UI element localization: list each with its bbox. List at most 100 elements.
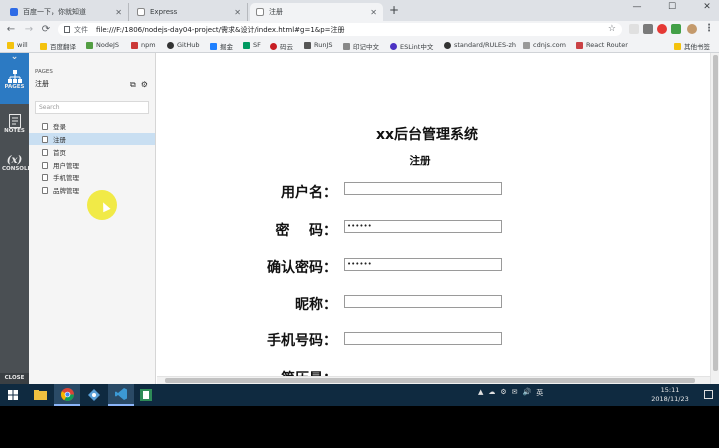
bookmark-label: NodeJS — [96, 41, 120, 49]
bookmark-item[interactable]: 百度翻译 — [40, 41, 76, 51]
page-item-home[interactable]: 首页 — [29, 146, 155, 158]
window-close-button[interactable]: ✕ — [695, 2, 719, 12]
app-button[interactable] — [133, 384, 159, 406]
bookmark-item[interactable]: ESLint中文 — [390, 41, 433, 51]
bookmark-item[interactable]: SF — [243, 41, 261, 49]
bookmark-item[interactable]: 掘金 — [210, 41, 233, 51]
password-label: 密 码： — [275, 223, 338, 239]
address-bar[interactable]: 文件 file:///F:/1806/nodejs-day04-project/… — [58, 23, 622, 36]
forward-button[interactable]: → — [22, 23, 36, 36]
cloud-icon[interactable]: ☁ — [488, 388, 495, 398]
bookmark-label: ESLint中文 — [400, 43, 434, 51]
vertical-scrollbar[interactable] — [710, 53, 719, 384]
browser-toolbar: ← → ⟳ 文件 file:///F:/1806/nodejs-day04-pr… — [0, 21, 719, 38]
extension-icon[interactable] — [629, 24, 639, 34]
page-icon — [42, 135, 48, 143]
nickname-input[interactable] — [344, 295, 502, 308]
scheme-label: 文件 — [74, 25, 88, 34]
confirm-password-input[interactable]: •••••• — [344, 258, 502, 271]
bookmark-item[interactable]: NodeJS — [86, 41, 119, 49]
bookmark-item[interactable]: cdnjs.com — [523, 41, 566, 49]
folder-icon — [40, 42, 47, 50]
bookmark-item[interactable]: npm — [131, 41, 156, 49]
tab-express[interactable]: Express ✕ — [131, 3, 248, 21]
bookmark-label: 印记中文 — [353, 43, 379, 51]
bookmark-star-icon[interactable]: ☆ — [608, 24, 616, 34]
bookmark-item[interactable]: RunJS — [304, 41, 333, 49]
system-title: xx后台管理系统 — [375, 127, 479, 143]
windows-taskbar: ▲ ☁ ⚙ ✉ 🔊 英 15:11 2018/11/23 — [0, 384, 719, 406]
phone-input[interactable] — [344, 332, 502, 345]
maximize-button[interactable]: ☐ — [660, 2, 684, 12]
volume-icon[interactable]: 🔊 — [523, 388, 532, 398]
taskbar-clock[interactable]: 15:11 2018/11/23 — [648, 386, 692, 404]
close-sidebar-button[interactable]: CLOSE — [0, 373, 29, 384]
start-button[interactable] — [0, 384, 26, 406]
page-search-input[interactable]: Search — [35, 101, 149, 114]
file-explorer-button[interactable] — [27, 384, 53, 406]
vscode-button[interactable] — [108, 384, 134, 406]
extension-icon[interactable] — [671, 24, 681, 34]
settings-icon[interactable]: ⚙ — [500, 388, 506, 398]
folder-icon — [7, 41, 14, 49]
username-input[interactable] — [344, 182, 502, 195]
tab-notes[interactable]: NOTES — [0, 111, 29, 145]
password-input[interactable]: •••••• — [344, 220, 502, 233]
tab-baidu[interactable]: 百度一下，你就知道 ✕ — [4, 3, 129, 21]
show-hidden-icons-icon[interactable]: ▲ — [478, 388, 483, 398]
pages-heading: PAGES — [35, 69, 53, 75]
scrollbar-thumb[interactable] — [165, 378, 695, 383]
username-label: 用户名： — [281, 185, 337, 201]
extension-icon[interactable] — [643, 24, 653, 34]
clock-time: 15:11 — [660, 386, 680, 394]
scrollbar-thumb[interactable] — [713, 55, 718, 371]
extension-icon[interactable] — [657, 24, 667, 34]
horizontal-scrollbar[interactable] — [157, 376, 710, 384]
page-item-phone-management[interactable]: 手机管理 — [29, 171, 155, 183]
gitee-icon — [270, 42, 277, 50]
page-item-register[interactable]: 注册 — [29, 133, 155, 145]
resume-label: 简历是： — [217, 368, 337, 376]
sourcetree-button[interactable] — [81, 384, 107, 406]
bookmark-item[interactable]: standard/RULES-zh — [444, 41, 516, 49]
collapse-chevron-icon[interactable]: ⌄ — [0, 53, 29, 63]
mail-icon[interactable]: ✉ — [512, 388, 518, 398]
avatar[interactable] — [687, 24, 697, 34]
ime-indicator[interactable]: 英 — [536, 388, 543, 398]
bookmark-label: 百度翻译 — [50, 43, 76, 51]
minimize-button[interactable]: — — [625, 2, 649, 12]
open-external-icon[interactable]: ⧉ — [130, 80, 136, 90]
other-bookmarks[interactable]: 其他书签 — [674, 41, 710, 51]
bookmark-item[interactable]: GitHub — [167, 41, 200, 49]
page-item-user-management[interactable]: 用户管理 — [29, 159, 155, 171]
sitemap-icon — [7, 70, 22, 83]
bookmark-item[interactable]: 码云 — [270, 41, 293, 51]
tab-pages[interactable]: PAGES — [0, 63, 29, 104]
current-page-title: 注册 — [35, 80, 49, 88]
settings-icon[interactable]: ⚙ — [141, 80, 148, 90]
bookmark-label: SF — [253, 41, 261, 49]
reload-button[interactable]: ⟳ — [39, 23, 53, 36]
new-tab-button[interactable]: + — [389, 3, 399, 17]
close-icon[interactable]: ✕ — [370, 8, 377, 17]
phone-label: 手机号码： — [267, 333, 337, 349]
diamond-app-icon — [88, 389, 100, 401]
bookmark-label: will — [17, 41, 28, 49]
close-icon[interactable]: ✕ — [115, 8, 122, 17]
page-item-label: 首页 — [53, 149, 66, 157]
bookmarks-bar: will 百度翻译 NodeJS npm GitHub 掘金 SF 码云 Run… — [0, 38, 719, 53]
yinji-icon — [343, 42, 350, 50]
bookmark-item[interactable]: React Router — [576, 41, 628, 49]
action-center-icon[interactable] — [704, 390, 713, 399]
menu-dots-icon[interactable]: ⋮ — [702, 22, 716, 35]
bookmark-item[interactable]: will — [7, 41, 28, 49]
back-button[interactable]: ← — [4, 23, 18, 36]
page-item-login[interactable]: 登录 — [29, 120, 155, 132]
page-item-label: 登录 — [53, 123, 66, 131]
chrome-button[interactable] — [54, 384, 80, 406]
close-icon[interactable]: ✕ — [234, 8, 241, 17]
tab-register[interactable]: 注册 ✕ — [250, 3, 383, 21]
sf-icon — [243, 41, 250, 49]
bookmark-item[interactable]: 印记中文 — [343, 41, 379, 51]
tab-console[interactable]: (x) CONSOLE — [0, 153, 31, 183]
